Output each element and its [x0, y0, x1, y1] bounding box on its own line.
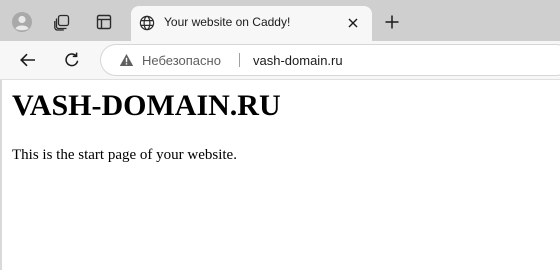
viewport-border: [0, 80, 2, 270]
back-button[interactable]: [17, 49, 39, 71]
navigation-toolbar: Небезопасно vash-domain.ru: [0, 41, 560, 80]
refresh-button[interactable]: [61, 49, 83, 71]
page-viewport: VASH-DOMAIN.RU This is the start page of…: [0, 80, 560, 270]
page-text: This is the start page of your website.: [12, 147, 237, 163]
url-text[interactable]: vash-domain.ru: [253, 53, 343, 68]
warning-icon[interactable]: [119, 53, 134, 67]
workspaces-icon[interactable]: [51, 11, 73, 33]
new-tab-button[interactable]: [382, 12, 402, 32]
address-divider: [239, 53, 240, 67]
tab-strip: Your website on Caddy!: [0, 0, 560, 41]
tab-actions-icon[interactable]: [93, 11, 115, 33]
globe-icon: [139, 15, 155, 31]
address-bar[interactable]: Небезопасно vash-domain.ru: [100, 44, 560, 76]
tab-title: Your website on Caddy!: [164, 15, 291, 29]
profile-avatar-icon[interactable]: [11, 11, 33, 33]
tab-active[interactable]: Your website on Caddy!: [131, 6, 372, 41]
close-icon[interactable]: [346, 16, 360, 30]
security-status-label[interactable]: Небезопасно: [142, 53, 221, 68]
page-heading: VASH-DOMAIN.RU: [12, 89, 281, 122]
